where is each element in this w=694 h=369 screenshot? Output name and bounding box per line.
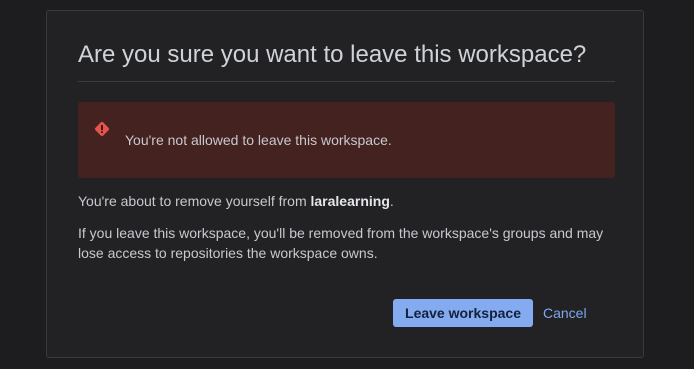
error-message: You're not allowed to leave this workspa… — [125, 132, 392, 148]
error-diamond-icon — [95, 122, 109, 136]
cancel-button[interactable]: Cancel — [539, 299, 591, 327]
leave-warning: If you leave this workspace, you'll be r… — [78, 225, 604, 261]
title-divider — [78, 81, 615, 82]
leave-workspace-button[interactable]: Leave workspace — [393, 299, 533, 327]
remove-notice: You're about to remove yourself from lar… — [78, 191, 618, 211]
remove-notice-prefix: You're about to remove yourself from — [78, 193, 311, 209]
remove-notice-suffix: . — [389, 193, 394, 209]
leave-workspace-dialog: Are you sure you want to leave this work… — [46, 10, 644, 358]
dialog-title: Are you sure you want to leave this work… — [78, 41, 587, 68]
workspace-name: laralearning — [310, 193, 390, 209]
error-banner: You're not allowed to leave this workspa… — [78, 102, 615, 178]
